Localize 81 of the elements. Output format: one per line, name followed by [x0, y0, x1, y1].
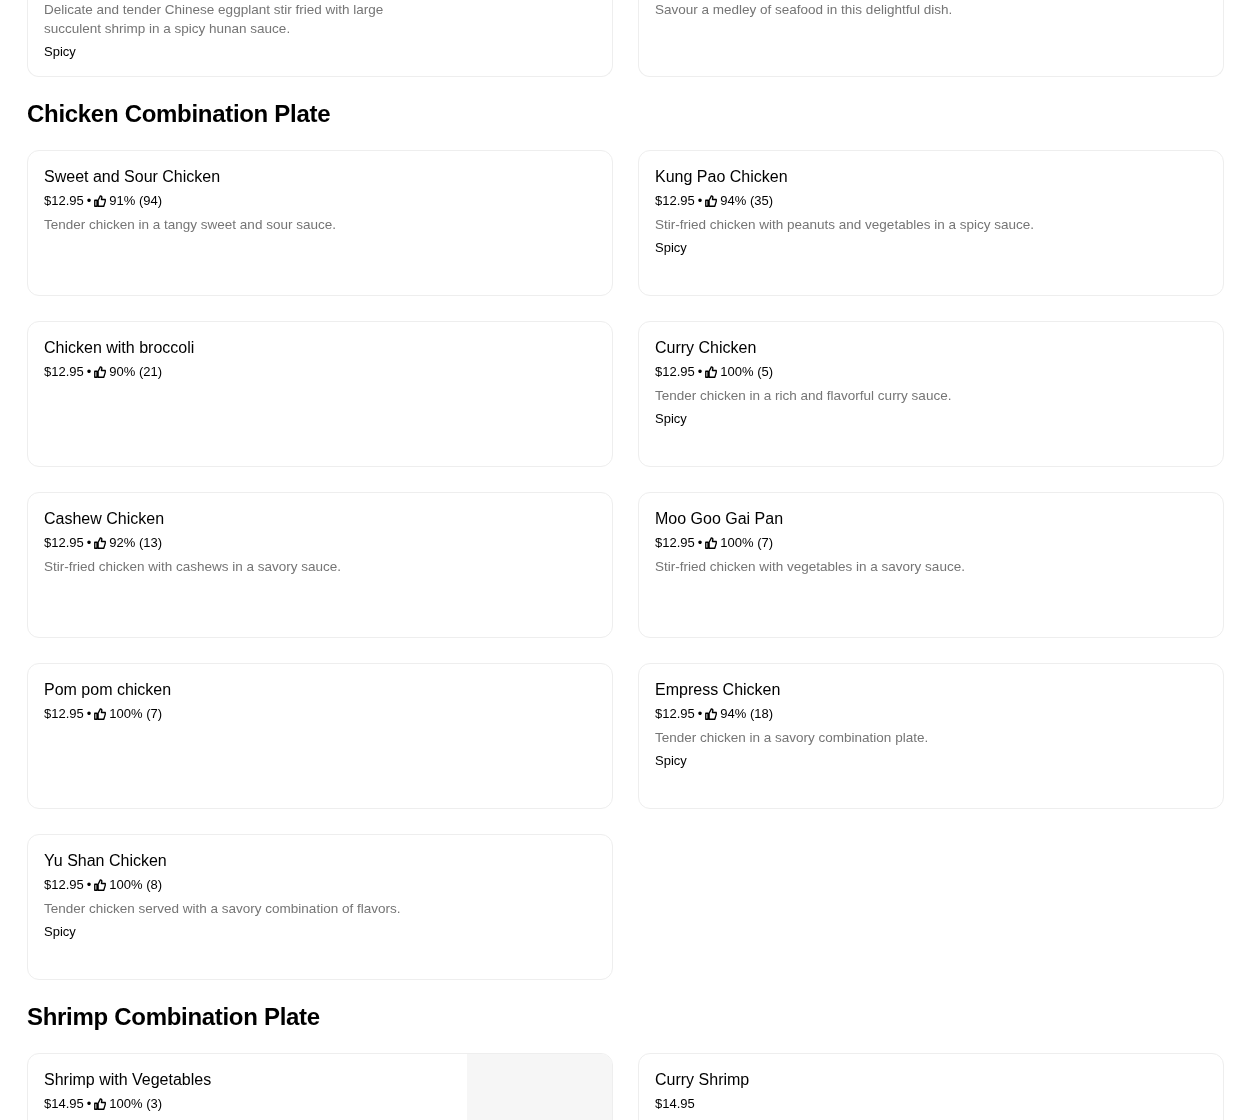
- item-description: Tender chicken in a savory combination plate.: [655, 729, 930, 747]
- item-price: $12.95: [655, 534, 695, 552]
- item-name: Shrimp with Vegetables: [44, 1070, 213, 1090]
- item-price: $12.95: [655, 705, 695, 723]
- item-name: Pom pom chicken: [44, 680, 173, 700]
- separator-dot: •: [86, 363, 92, 381]
- item-name: Chicken with broccoli: [44, 338, 196, 358]
- thumbs-up-icon: [94, 708, 107, 720]
- separator-dot: •: [697, 705, 703, 723]
- section-heading: Shrimp Combination Plate: [27, 1002, 321, 1032]
- thumbs-up-icon: [94, 1098, 107, 1110]
- menu-item-card[interactable]: Empress Chicken $12.95 • 94% (18) Tender chicken in a savory combination plate. Spicy: [638, 663, 1224, 809]
- item-price: $12.95: [44, 192, 84, 210]
- item-name: Empress Chicken: [655, 680, 782, 700]
- item-price: $12.95: [44, 876, 84, 894]
- item-price: $12.95: [44, 363, 84, 381]
- menu-item-card[interactable]: Delicate and tender Chinese eggplant stir fried with large succulent shrimp in a spicy hunan sauce. Spicy: [27, 0, 613, 77]
- item-description: Tender chicken in a tangy sweet and sour sauce.: [44, 216, 337, 234]
- item-name: Kung Pao Chicken: [655, 167, 789, 187]
- item-name: Curry Shrimp: [655, 1070, 751, 1090]
- item-price: $12.95: [44, 705, 84, 723]
- menu-item-card[interactable]: Curry Chicken $12.95 • 100% (5) Tender chicken in a rich and flavorful curry sauce. Spicy: [638, 321, 1224, 467]
- item-price: $14.95: [655, 1095, 695, 1113]
- menu-item-card[interactable]: Pom pom chicken $12.95 • 100% (7): [27, 663, 613, 809]
- item-rating: 92% (13): [109, 534, 163, 552]
- item-price: $12.95: [655, 192, 695, 210]
- item-name: Sweet and Sour Chicken: [44, 167, 222, 187]
- thumbs-up-icon: [94, 195, 107, 207]
- item-rating: 100% (7): [720, 534, 774, 552]
- item-description: Stir-fried chicken with vegetables in a savory sauce.: [655, 558, 966, 576]
- section-heading: Chicken Combination Plate: [27, 99, 332, 129]
- separator-dot: •: [697, 363, 703, 381]
- item-rating: 100% (7): [109, 705, 163, 723]
- menu-item-card[interactable]: Cashew Chicken $12.95 • 92% (13) Stir-fried chicken with cashews in a savory sauce.: [27, 492, 613, 638]
- item-rating: 100% (8): [109, 876, 163, 894]
- item-description: Stir-fried chicken with peanuts and vegetables in a spicy sauce.: [655, 216, 1035, 234]
- thumbs-up-icon: [94, 537, 107, 549]
- item-rating: 100% (3): [109, 1095, 163, 1113]
- item-price: $12.95: [655, 363, 695, 381]
- menu-item-card[interactable]: Savour a medley of seafood in this delightful dish.: [638, 0, 1224, 77]
- separator-dot: •: [86, 534, 92, 552]
- spicy-label: Spicy: [655, 239, 688, 257]
- item-description: Delicate and tender Chinese eggplant stir fried with large succulent shrimp in a spicy hunan sauce.: [44, 1, 385, 38]
- item-name: Moo Goo Gai Pan: [655, 509, 785, 529]
- spicy-label: Spicy: [44, 43, 77, 61]
- item-description: Tender chicken served with a savory combination of flavors.: [44, 900, 402, 918]
- item-price: $14.95: [44, 1095, 84, 1113]
- item-rating: 100% (5): [720, 363, 774, 381]
- separator-dot: •: [86, 876, 92, 894]
- menu-item-card[interactable]: Yu Shan Chicken $12.95 • 100% (8) Tender chicken served with a savory combination of flavors. Spicy: [27, 834, 613, 980]
- item-description: Stir-fried chicken with cashews in a savory sauce.: [44, 558, 343, 576]
- item-rating: 94% (18): [720, 705, 774, 723]
- separator-dot: •: [86, 1095, 92, 1113]
- spicy-label: Spicy: [655, 410, 688, 428]
- menu-item-card[interactable]: Chicken with broccoli $12.95 • 90% (21): [27, 321, 613, 467]
- menu-item-card[interactable]: Curry Shrimp $14.95: [638, 1053, 1224, 1120]
- item-name: Curry Chicken: [655, 338, 758, 358]
- item-rating: 90% (21): [109, 363, 163, 381]
- thumbs-up-icon: [705, 366, 718, 378]
- item-rating: 91% (94): [109, 192, 163, 210]
- menu-item-card[interactable]: Sweet and Sour Chicken $12.95 • 91% (94) Tender chicken in a tangy sweet and sour sauce.: [27, 150, 613, 296]
- thumbs-up-icon: [94, 366, 107, 378]
- spicy-label: Spicy: [44, 923, 77, 941]
- thumbs-up-icon: [94, 879, 107, 891]
- item-description: Savour a medley of seafood in this delightful dish.: [655, 1, 954, 19]
- spicy-label: Spicy: [655, 752, 688, 770]
- separator-dot: •: [86, 192, 92, 210]
- thumbs-up-icon: [705, 708, 718, 720]
- item-name: Yu Shan Chicken: [44, 851, 168, 871]
- thumbs-up-icon: [705, 537, 718, 549]
- item-description: Tender chicken in a rich and flavorful curry sauce.: [655, 387, 953, 405]
- menu-item-card[interactable]: Moo Goo Gai Pan $12.95 • 100% (7) Stir-fried chicken with vegetables in a savory sauce.: [638, 492, 1224, 638]
- item-price: $12.95: [44, 534, 84, 552]
- menu-item-card[interactable]: Kung Pao Chicken $12.95 • 94% (35) Stir-fried chicken with peanuts and vegetables in a spicy sauce. Spicy: [638, 150, 1224, 296]
- item-rating: 94% (35): [720, 192, 774, 210]
- separator-dot: •: [697, 192, 703, 210]
- item-name: Cashew Chicken: [44, 509, 166, 529]
- separator-dot: •: [86, 705, 92, 723]
- menu-item-card[interactable]: Shrimp with Vegetables $14.95 • 100% (3): [27, 1053, 613, 1120]
- thumbs-up-icon: [705, 195, 718, 207]
- separator-dot: •: [697, 534, 703, 552]
